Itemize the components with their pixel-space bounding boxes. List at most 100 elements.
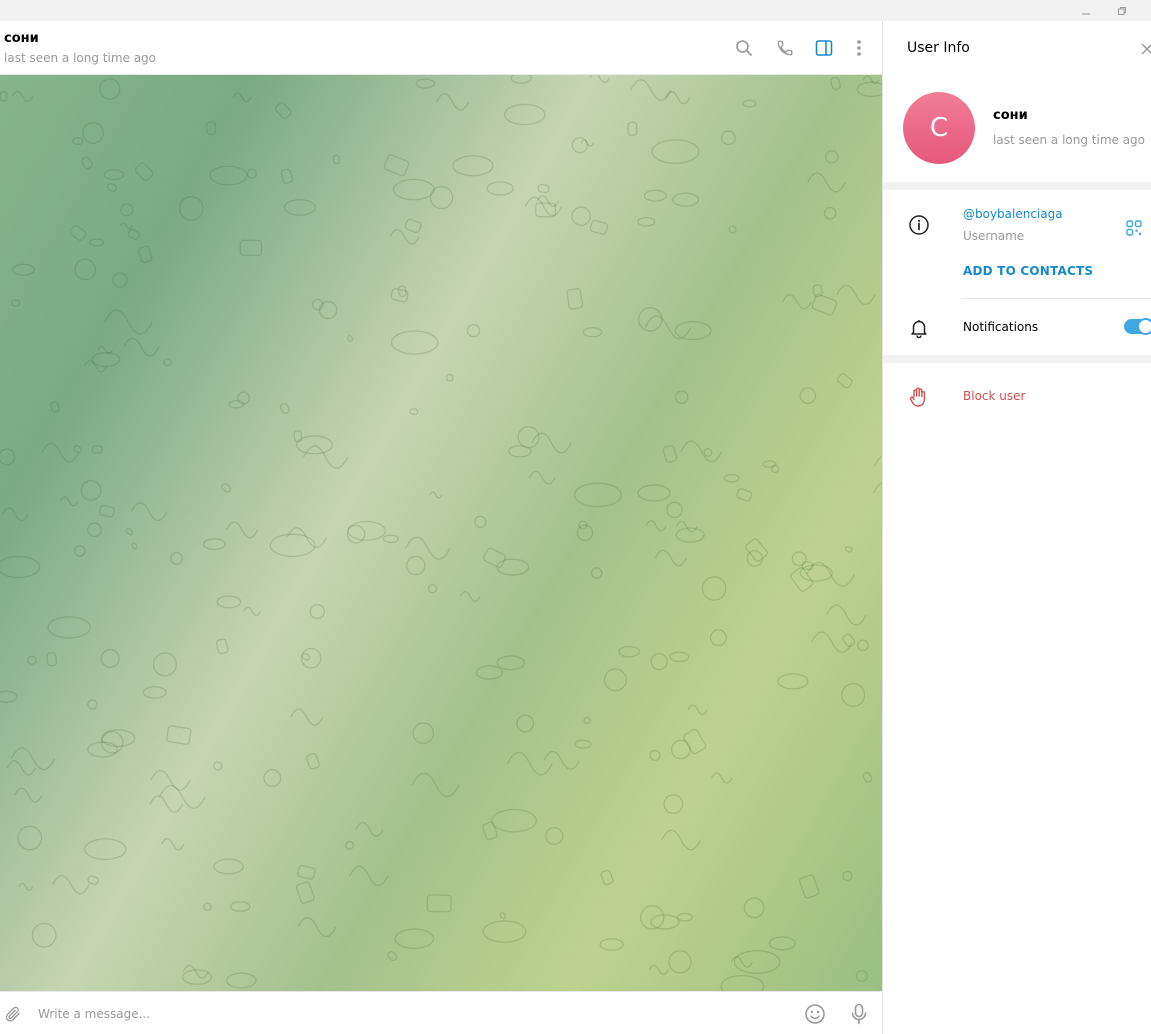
background-doodle [216,595,242,609]
background-doodle [528,470,556,485]
background-doodle [392,178,435,201]
attach-button[interactable] [0,1001,26,1027]
background-doodle [295,435,333,455]
background-doodle [0,555,41,579]
bell-icon-wrap [907,316,931,340]
chat-title[interactable]: сони [4,31,39,46]
background-doodle [181,969,213,986]
background-doodle [777,673,809,690]
background-doodle [537,183,550,194]
notifications-label: Notifications [963,320,1039,334]
background-doodle [427,583,438,594]
background-doodle [506,751,553,776]
user-info-panel: User Info С сони last seen a long time a… [882,21,1151,1034]
background-doodle [243,606,262,617]
background-doodle [47,616,91,639]
background-doodle [412,722,435,744]
restore-button[interactable] [1102,0,1142,21]
block-user-button[interactable]: Block user [963,389,1025,403]
background-doodle [742,99,757,108]
panel-title: User Info [907,40,970,56]
chat-header: сони last seen a long time ago [0,21,882,75]
background-doodle [269,533,316,558]
window-titlebar [0,0,1151,21]
chat-status: last seen a long time ago [4,51,157,65]
background-doodle [87,741,119,758]
background-doodle [69,224,87,241]
background-doodle [84,838,127,861]
background-doodle [100,648,120,669]
restore-icon [1118,6,1126,15]
background-doodle [89,238,105,247]
minimize-button[interactable] [1066,0,1106,21]
background-doodle [589,219,609,235]
search-button[interactable] [731,35,757,61]
background-doodle [14,787,43,803]
background-doodle [474,515,487,528]
username-link[interactable]: @boybalenciaga [963,207,1063,221]
background-doodle [73,545,86,557]
background-doodle [674,390,689,404]
background-doodle [203,902,212,911]
background-doodle [215,638,229,655]
background-doodle [825,150,839,164]
background-doodle [213,761,223,771]
background-doodle [149,795,184,813]
info-icon-wrap [907,213,931,237]
background-doodle [807,172,846,193]
voice-button[interactable] [846,1001,872,1027]
emoji-icon [805,1004,825,1024]
qr-code-button[interactable] [1123,217,1145,239]
background-doodle [72,137,83,146]
background-doodle [170,551,183,565]
background-doodle [11,263,35,276]
background-doodle [574,739,592,749]
emoji-button[interactable] [802,1001,828,1027]
search-icon [736,40,752,56]
background-doodle [150,769,191,791]
background-doodle [280,168,294,184]
background-doodle [661,829,702,851]
background-doodle [293,430,303,443]
notifications-toggle[interactable] [1124,318,1151,335]
avatar-letter: С [929,113,949,143]
background-doodle [857,639,869,652]
sidebar-toggle-button[interactable] [811,35,837,61]
message-input[interactable] [38,1005,778,1023]
call-button[interactable] [772,35,798,61]
more-button[interactable] [846,35,872,61]
avatar[interactable]: С [903,92,975,164]
background-doodle [10,299,21,307]
background-doodle [743,897,765,919]
background-doodle [841,683,866,708]
background-doodle [825,604,867,626]
background-doodle [503,103,546,126]
background-doodle [123,337,160,357]
background-doodle [445,373,454,382]
background-doodle [415,78,435,89]
chat-message-area[interactable] [0,75,882,991]
background-doodle [120,203,134,217]
minimize-icon [1082,13,1090,14]
background-doodle [791,551,807,567]
background-doodle [349,865,389,887]
background-doodle [571,206,591,226]
background-doodle [286,527,327,549]
qr-code-icon [1126,220,1142,236]
background-doodle [100,729,136,748]
background-doodle [87,699,98,710]
background-doodle [648,964,669,976]
background-doodle [599,938,624,951]
background-doodle [823,206,837,220]
add-to-contacts-button[interactable]: ADD TO CONTACTS [963,264,1093,278]
row-divider [961,298,1151,299]
background-doodle [651,139,700,164]
background-doodle [104,309,153,335]
background-doodle [297,864,316,880]
background-doodle [31,922,57,948]
close-panel-button[interactable] [1137,39,1151,59]
background-doodle [799,564,833,582]
more-vertical-icon [857,40,861,56]
background-doodle [236,391,251,405]
background-doodle [644,315,692,340]
